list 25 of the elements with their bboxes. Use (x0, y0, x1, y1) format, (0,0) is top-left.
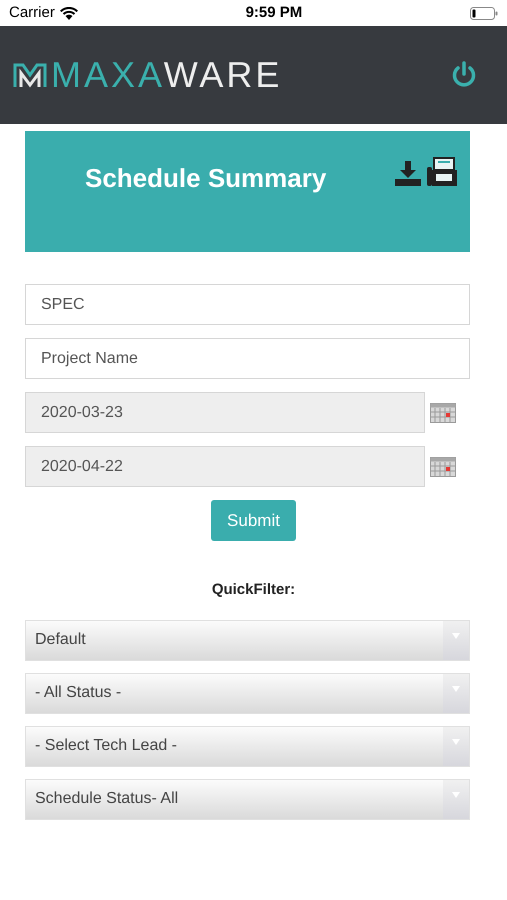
caret-icon (452, 686, 460, 692)
select-dropdown[interactable]: Default (25, 620, 470, 660)
battery-icon (470, 6, 498, 20)
carrier-label: Carrier (9, 2, 55, 23)
calendar-icon[interactable] (430, 402, 456, 422)
select-dropdown[interactable]: - Select Tech Lead - (25, 726, 470, 766)
logo-icon (13, 61, 47, 89)
quick-filter-label: QuickFilter: (212, 580, 296, 600)
select-dropdown[interactable]: Schedule Status- All (25, 778, 470, 820)
download-icon[interactable] (394, 159, 422, 187)
caret-icon (452, 632, 460, 638)
logo-wordmark: MAXAWARE (51, 57, 282, 93)
select-dropdown[interactable]: - All Status - (25, 672, 470, 714)
date-field[interactable]: 2020-03-23 (25, 392, 425, 433)
text-field[interactable]: SPEC (25, 284, 470, 325)
power-icon[interactable] (451, 61, 477, 89)
caret-icon (452, 792, 460, 798)
clock-time: 9:59 PM (246, 2, 302, 23)
calendar-icon[interactable] (430, 456, 456, 476)
fax-icon[interactable] (426, 157, 458, 187)
wifi-icon (60, 6, 78, 20)
caret-icon (452, 738, 460, 744)
card-title: Schedule Summary (85, 162, 326, 195)
text-field[interactable]: Project Name (25, 338, 470, 379)
date-field[interactable]: 2020-04-22 (25, 446, 425, 487)
